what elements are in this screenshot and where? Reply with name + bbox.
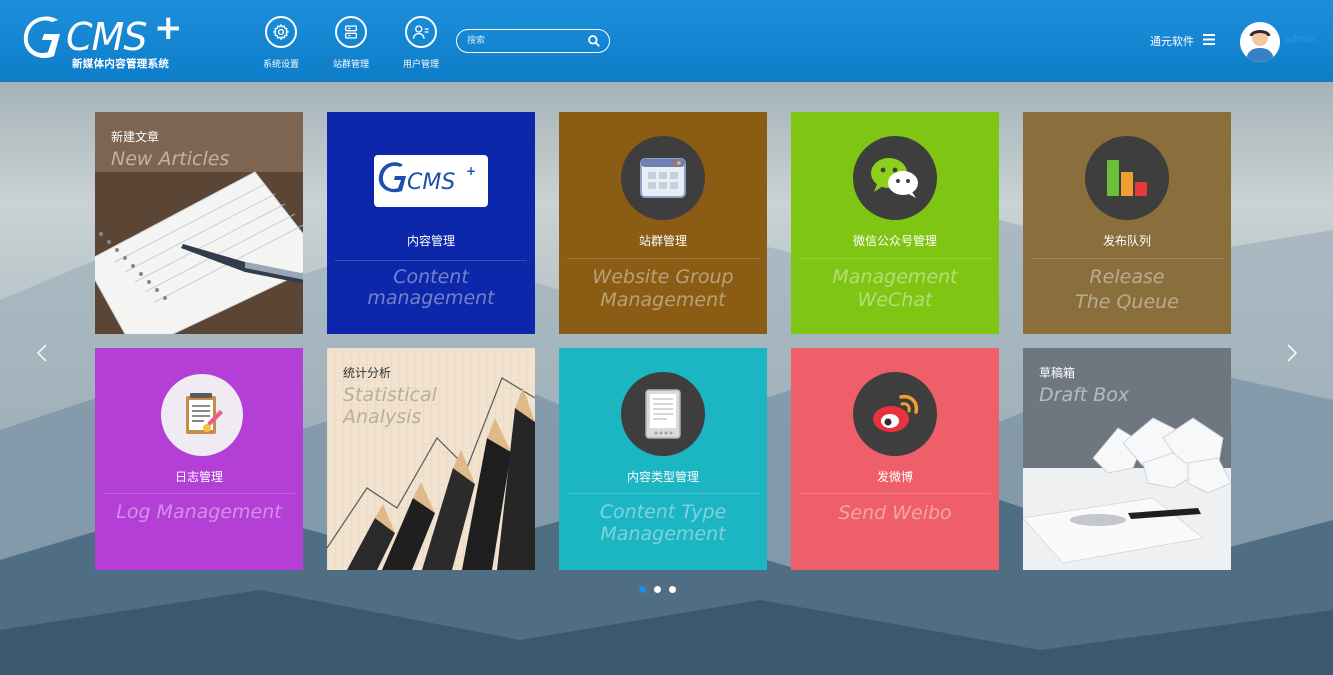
tile-divider xyxy=(799,493,991,494)
tile-title: 发微博 xyxy=(876,470,913,484)
gear-icon xyxy=(272,23,290,41)
tile-divider xyxy=(567,258,759,259)
gcms-logo[interactable]: CMS + 新媒体内容管理系统 xyxy=(22,8,192,74)
gcms-logo-icon: CMS + xyxy=(378,162,476,195)
logo-text: CMS xyxy=(66,15,147,59)
gcms-logo-card: CMS + xyxy=(374,155,488,207)
username[interactable]: admin xyxy=(1284,34,1315,45)
svg-text:+: + xyxy=(466,164,476,178)
tile-title: 日志管理 xyxy=(174,470,223,484)
chevron-left-icon[interactable] xyxy=(36,343,48,363)
tile-title: 内容类型管理 xyxy=(626,470,699,484)
menu-icon[interactable] xyxy=(1203,34,1215,45)
tile-title: 站群管理 xyxy=(638,234,687,248)
tile-release-queue[interactable]: 发布队列 Release The Queue xyxy=(1023,112,1231,334)
notebook-pen-image xyxy=(95,112,303,334)
tile-draft-box[interactable]: 草稿箱 Draft Box xyxy=(1023,348,1231,570)
user-manage-icon xyxy=(412,25,429,39)
tile-title: 内容管理 xyxy=(406,234,455,248)
icon-circle xyxy=(853,372,937,456)
tile-divider xyxy=(103,493,295,494)
weibo-icon xyxy=(873,394,919,432)
tile-title: 新建文章 xyxy=(111,130,160,144)
search-icon[interactable] xyxy=(587,34,601,48)
gcms-logo-icon xyxy=(23,16,61,58)
crumpled-paper-image xyxy=(1023,348,1231,570)
tile-divider xyxy=(567,493,759,494)
tile-subtitle: New Articles xyxy=(111,148,230,170)
tile-new-articles[interactable]: 新建文章 New Articles xyxy=(95,112,303,334)
icon-circle xyxy=(621,372,705,456)
wechat-icon xyxy=(871,158,918,198)
logo-subtitle: 新媒体内容管理系统 xyxy=(72,58,170,70)
tile-content-management[interactable]: CMS + 内容管理 Content management xyxy=(327,112,535,334)
tile-divider xyxy=(335,260,527,261)
nav-system-settings[interactable]: 系统设置 xyxy=(256,16,306,72)
tile-title: 草稿箱 xyxy=(1039,366,1076,380)
server-icon xyxy=(345,25,357,39)
tile-subtitle-2: Management xyxy=(600,523,726,545)
tile-title: 发布队列 xyxy=(1102,234,1151,248)
tile-subtitle: Release xyxy=(1089,266,1165,288)
nav-site-group[interactable]: 站群管理 xyxy=(326,16,376,72)
tile-subtitle: Log Management xyxy=(116,501,282,523)
tile-subtitle-2: The Queue xyxy=(1075,291,1179,313)
tile-wechat[interactable]: 微信公众号管理 Management WeChat xyxy=(791,112,999,334)
nav-user-management[interactable]: 用户管理 xyxy=(396,16,446,72)
logo-plus: + xyxy=(154,8,183,48)
avatar[interactable] xyxy=(1240,22,1280,62)
nav-label: 站群管理 xyxy=(332,60,369,70)
search-input[interactable] xyxy=(467,33,579,49)
nav-label: 系统设置 xyxy=(262,60,299,70)
tile-title: 微信公众号管理 xyxy=(852,234,937,248)
carousel-pagination xyxy=(639,586,676,593)
top-header: CMS + 新媒体内容管理系统 系统设置 站群管理 用户管理 搜索 通元软件 a… xyxy=(0,0,1333,82)
tile-subtitle-2: Analysis xyxy=(343,406,422,428)
tile-subtitle-2: Management xyxy=(600,289,726,311)
tile-divider xyxy=(1031,258,1223,259)
carousel-dot[interactable] xyxy=(669,586,676,593)
nav-label: 用户管理 xyxy=(402,60,439,70)
icon-circle xyxy=(1085,136,1169,220)
search-box xyxy=(456,29,610,53)
tile-subtitle-2: WeChat xyxy=(857,289,933,311)
notepad-icon xyxy=(186,393,223,434)
tile-divider xyxy=(799,258,991,259)
user-avatar-icon xyxy=(1240,22,1280,62)
company-name: 通元软件 xyxy=(1150,35,1194,48)
tile-subtitle: Content Type xyxy=(599,501,727,523)
icon-circle xyxy=(161,374,243,456)
svg-text:CMS: CMS xyxy=(407,170,455,195)
carousel-dot[interactable] xyxy=(654,586,661,593)
icon-circle xyxy=(621,136,705,220)
tile-subtitle: Draft Box xyxy=(1039,384,1130,406)
tile-subtitle-2: management xyxy=(367,287,495,309)
tile-subtitle: Website Group xyxy=(592,266,734,288)
website-window-icon xyxy=(640,158,686,198)
pencils-chart-image xyxy=(327,348,535,570)
tile-title: 统计分析 xyxy=(343,366,392,380)
tile-subtitle: Management xyxy=(832,266,958,288)
tile-subtitle: Content xyxy=(393,266,469,288)
mountain-background xyxy=(0,0,1333,675)
icon-circle xyxy=(853,136,937,220)
tile-log-management[interactable]: 日志管理 Log Management xyxy=(95,348,303,570)
tile-send-weibo[interactable]: 发微博 Send Weibo xyxy=(791,348,999,570)
tile-statistical-analysis[interactable]: 统计分析 Statistical Analysis xyxy=(327,348,535,570)
tile-subtitle: Statistical xyxy=(343,384,437,406)
tablet-icon xyxy=(645,389,681,439)
tile-subtitle: Send Weibo xyxy=(838,502,952,524)
chevron-right-icon[interactable] xyxy=(1286,343,1298,363)
queue-bars-icon xyxy=(1107,160,1147,196)
tile-content-type[interactable]: 内容类型管理 Content Type Management xyxy=(559,348,767,570)
carousel-dot[interactable] xyxy=(639,586,646,593)
tile-website-group[interactable]: 站群管理 Website Group Management xyxy=(559,112,767,334)
